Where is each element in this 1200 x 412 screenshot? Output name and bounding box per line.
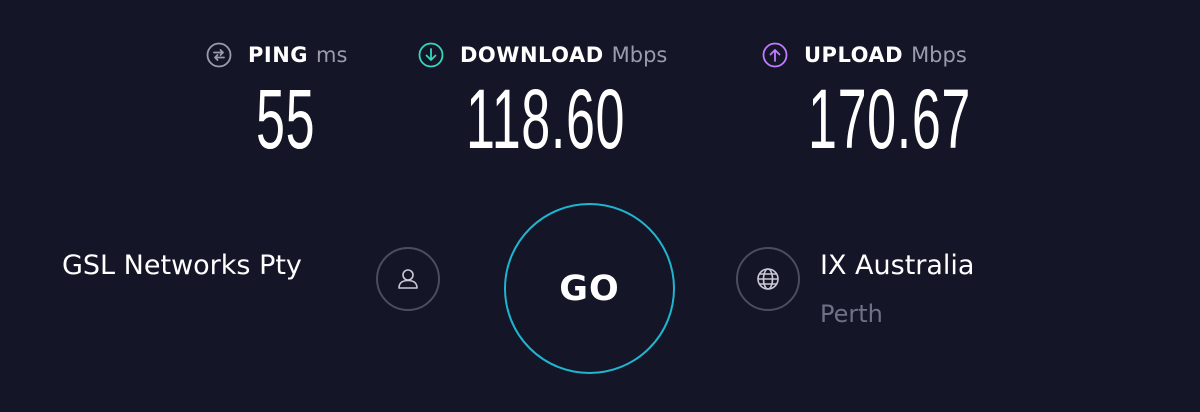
ping-unit: ms: [316, 43, 348, 67]
go-button[interactable]: GO: [504, 203, 675, 374]
server-location: Perth: [820, 300, 883, 328]
upload-arrow-icon: [762, 42, 788, 68]
download-value: 118.60: [466, 72, 626, 166]
ping-header: PING ms: [206, 38, 347, 72]
ping-value: 55: [256, 72, 316, 166]
download-header: DOWNLOAD Mbps: [418, 38, 667, 72]
upload-metric: UPLOAD Mbps: [762, 38, 967, 72]
download-metric: DOWNLOAD Mbps: [418, 38, 667, 72]
go-label: GO: [559, 268, 620, 309]
globe-icon: [757, 268, 779, 290]
speedtest-result-panel: PING ms 55 DOWNLOAD Mbps 118.60 UPLOAD M…: [0, 0, 1200, 412]
ping-metric: PING ms: [206, 38, 347, 72]
upload-header: UPLOAD Mbps: [762, 38, 967, 72]
isp-name: GSL Networks Pty: [62, 250, 302, 281]
upload-value: 170.67: [808, 72, 972, 166]
upload-unit: Mbps: [911, 43, 967, 67]
user-icon: [398, 269, 418, 289]
ping-icon: [206, 42, 232, 68]
upload-label: UPLOAD: [804, 43, 904, 67]
download-unit: Mbps: [611, 43, 668, 67]
download-label: DOWNLOAD: [460, 43, 604, 67]
change-provider-button[interactable]: [376, 247, 440, 311]
download-arrow-icon: [418, 42, 444, 68]
change-server-button[interactable]: [736, 247, 800, 311]
ping-label: PING: [248, 43, 309, 67]
server-name[interactable]: IX Australia: [820, 250, 974, 281]
